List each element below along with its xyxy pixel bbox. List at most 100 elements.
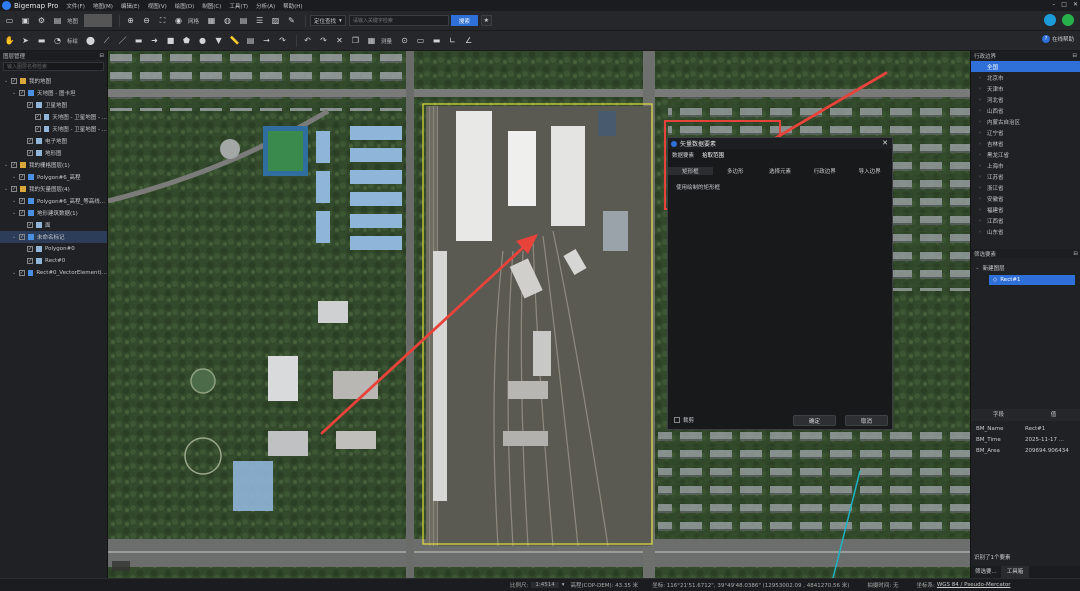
layer-checkbox[interactable]: ✓ xyxy=(11,162,17,168)
measure-point-icon[interactable]: ⊙ xyxy=(398,34,411,47)
tab-toolbox[interactable]: 工具箱 xyxy=(1000,566,1030,578)
pentagon-icon[interactable]: ⬟ xyxy=(180,34,193,47)
chevron-down-icon[interactable]: ⌄ xyxy=(12,270,19,276)
arrow-shape-icon[interactable]: ➜ xyxy=(148,34,161,47)
curve-arrow-icon[interactable]: ↷ xyxy=(276,34,289,47)
chevron-right-icon[interactable]: › xyxy=(979,97,987,103)
layer-tree-item[interactable]: ⌄ ✓ 天地图 - 图卡坦 xyxy=(0,87,107,99)
chevron-down-icon[interactable]: ⌄ xyxy=(12,198,19,204)
measure-azimuth-icon[interactable]: ∠ xyxy=(462,34,475,47)
layer-checkbox[interactable]: ✓ xyxy=(19,210,25,216)
region-item[interactable]: › 北京市 xyxy=(971,72,1080,83)
chevron-right-icon[interactable]: › xyxy=(979,174,987,180)
layer-checkbox[interactable]: ✓ xyxy=(27,102,33,108)
region-item[interactable]: › 浙江省 xyxy=(971,182,1080,193)
menu-item[interactable]: 绘图(D) xyxy=(175,4,195,10)
chevron-right-icon[interactable]: › xyxy=(979,86,987,92)
menu-item[interactable]: 分析(A) xyxy=(256,4,275,10)
polyline-icon[interactable]: ⟋ xyxy=(100,34,113,47)
layer-checkbox[interactable]: ✓ xyxy=(27,222,33,228)
chevron-right-icon[interactable]: › xyxy=(979,185,987,191)
layer-checkbox[interactable]: ✓ xyxy=(18,270,25,276)
text-icon[interactable]: ▤ xyxy=(244,34,257,47)
ruler-icon[interactable]: 📏 xyxy=(228,34,241,47)
chevron-right-icon[interactable]: › xyxy=(979,75,987,81)
chevron-right-icon[interactable]: › xyxy=(979,141,987,147)
grid-icon[interactable]: ▦ xyxy=(205,14,218,27)
copy-icon[interactable]: ❐ xyxy=(349,34,362,47)
chevron-right-icon[interactable]: › xyxy=(979,229,987,235)
layer-tree-item[interactable]: ⌄ ✓ 地形建筑数据(1) xyxy=(0,207,107,219)
subtab-admin-boundary[interactable]: 行政边界 xyxy=(802,167,847,175)
wechat-icon[interactable] xyxy=(1062,14,1074,26)
list-icon[interactable]: ☰ xyxy=(253,14,266,27)
triangle-icon[interactable]: ▼ xyxy=(212,34,225,47)
maximize-icon[interactable]: □ xyxy=(1061,1,1067,8)
layer-checkbox[interactable]: ✓ xyxy=(11,186,17,192)
region-item[interactable]: › 山西省 xyxy=(971,105,1080,116)
region-item[interactable]: › 山东省 xyxy=(971,226,1080,237)
layer-icon[interactable]: ◍ xyxy=(221,14,234,27)
chevron-right-icon[interactable]: › xyxy=(979,152,987,158)
globe-icon[interactable]: ◉ xyxy=(172,14,185,27)
chevron-down-icon[interactable]: ⌄ xyxy=(12,90,19,96)
layer-tree-item[interactable]: ✓ 电子地图 xyxy=(0,135,107,147)
zoom-extent-icon[interactable]: ⛶ xyxy=(156,14,169,27)
table-icon[interactable]: ▤ xyxy=(237,14,250,27)
layer-tree-item[interactable]: ⌄ ✓ 未命名标记 xyxy=(0,231,107,243)
tab-data-elements[interactable]: 数据要素 xyxy=(672,151,694,159)
menu-item[interactable]: 工具(T) xyxy=(229,4,248,10)
crs-value[interactable]: WGS 84 / Pseudo-Mercator xyxy=(937,582,1011,588)
tab-pick-range[interactable]: 拾取范围 xyxy=(702,151,724,159)
layer-tree-item[interactable]: ✓ 面 xyxy=(0,219,107,231)
chevron-right-icon[interactable]: › xyxy=(979,119,987,125)
sync-icon[interactable] xyxy=(1044,14,1056,26)
layer-tree-item[interactable]: ✓ 地形图 xyxy=(0,147,107,159)
screen-icon[interactable]: ▬ xyxy=(35,34,48,47)
marker-icon[interactable]: ⬤ xyxy=(84,34,97,47)
square-icon[interactable]: ■ xyxy=(164,34,177,47)
chevron-down-icon[interactable]: ⌄ xyxy=(12,234,19,240)
subtab-rectangle[interactable]: 矩形框 xyxy=(668,166,713,175)
region-item[interactable]: › 黑龙江省 xyxy=(971,149,1080,160)
line-icon[interactable]: ／ xyxy=(116,34,129,47)
scale-dropdown-icon[interactable]: ▾ xyxy=(562,582,565,588)
rectangle-icon[interactable]: ▬ xyxy=(132,34,145,47)
layer-tree-item[interactable]: ✓ Rect#0 xyxy=(0,255,107,267)
zoom-in-icon[interactable]: ⊕ xyxy=(124,14,137,27)
panel-pin-icon[interactable]: ⊟ xyxy=(1073,251,1078,257)
close-icon[interactable]: ✕ xyxy=(1073,1,1078,8)
select-arrow-icon[interactable]: ➤ xyxy=(19,34,32,47)
subtab-import-boundary[interactable]: 导入边界 xyxy=(847,167,892,175)
measure-angle-icon[interactable]: ∟ xyxy=(446,34,459,47)
layer-checkbox[interactable]: ✓ xyxy=(27,138,33,144)
chevron-right-icon[interactable]: › xyxy=(979,163,987,169)
layer-checkbox[interactable]: ✓ xyxy=(27,246,33,252)
favorite-icon[interactable]: ★ xyxy=(480,15,492,26)
layer-tree-item[interactable]: ⌄ ✓ Rect#0_VectorElement(... xyxy=(0,267,107,279)
chevron-right-icon[interactable]: › xyxy=(979,196,987,202)
undo-icon[interactable]: ↶ xyxy=(301,34,314,47)
brush-icon[interactable]: ✎ xyxy=(285,14,298,27)
chevron-right-icon[interactable]: › xyxy=(979,130,987,136)
chevron-right-icon[interactable]: › xyxy=(979,218,987,224)
new-file-icon[interactable]: ▭ xyxy=(3,14,16,27)
subtab-polygon[interactable]: 多边形 xyxy=(713,167,758,175)
region-item[interactable]: › 上海市 xyxy=(971,160,1080,171)
region-item[interactable]: › 河北省 xyxy=(971,94,1080,105)
layer-search-input[interactable]: 输入图层名称检索 xyxy=(3,62,104,71)
layer-tree-item[interactable]: ✓ 天地图 - 卫星地图 - ... xyxy=(0,123,107,135)
ok-button[interactable]: 确定 xyxy=(793,415,836,426)
layer-checkbox[interactable]: ✓ xyxy=(19,90,25,96)
layer-tree-item[interactable]: ⌄ ✓ 我的地图 xyxy=(0,75,107,87)
settings-icon[interactable]: ⚙ xyxy=(35,14,48,27)
layer-tree-item[interactable]: ✓ 天地图 - 卫星地图 - ... xyxy=(0,111,107,123)
layer-checkbox[interactable]: ✓ xyxy=(27,150,33,156)
layer-checkbox[interactable]: ✓ xyxy=(34,126,41,132)
arrow-right-icon[interactable]: → xyxy=(260,34,273,47)
region-item[interactable]: › 吉林省 xyxy=(971,138,1080,149)
menu-item[interactable]: 文件(F) xyxy=(66,4,84,10)
chevron-right-icon[interactable]: › xyxy=(979,108,987,114)
chevron-down-icon[interactable]: ⌄ xyxy=(4,78,11,84)
panel-pin-icon[interactable]: ⊟ xyxy=(99,53,104,59)
